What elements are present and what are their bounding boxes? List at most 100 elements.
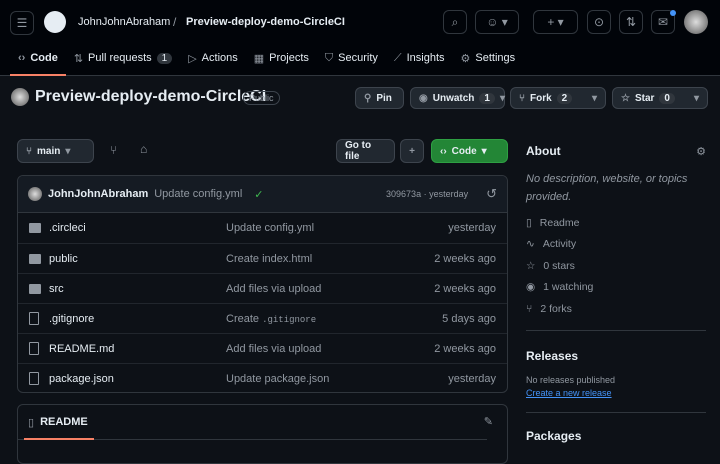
search-icon[interactable]: ⌕ [443, 10, 467, 34]
readme-tab[interactable]: README [40, 416, 88, 428]
file-name[interactable]: src [49, 283, 64, 295]
table-row[interactable]: public Create index.html 2 weeks ago [18, 243, 507, 273]
fork-label: Fork [530, 92, 552, 104]
pulse-icon: ∿ [526, 238, 535, 251]
table-row[interactable]: package.json Update package.json yesterd… [18, 363, 507, 392]
message-text: Add files via upload [226, 342, 322, 355]
eye-icon: ◉ [419, 92, 428, 104]
chevron-down-icon: ▾ [693, 92, 699, 104]
file-name[interactable]: README.md [49, 343, 114, 355]
table-row[interactable]: README.md Add files via upload 2 weeks a… [18, 333, 507, 363]
code-button[interactable]: ‹› Code ▾ [431, 139, 508, 163]
tab-insights[interactable]: ⟋ Insights [386, 46, 453, 70]
file-table: JohnJohnAbraham Update config.yml ✓ 3096… [17, 175, 508, 393]
tab-actions[interactable]: ▷ Actions [180, 46, 246, 70]
commit-date: 2 weeks ago [434, 282, 496, 295]
add-file-button[interactable]: + [400, 139, 424, 163]
pull-requests-icon[interactable]: ⇅ [619, 10, 643, 34]
commit-message[interactable]: Add files via upload [226, 343, 321, 355]
star-icon: ☆ [526, 259, 536, 272]
message-text: Create [226, 312, 260, 325]
readme-header: ▯ README [18, 405, 487, 440]
edit-pencil-icon[interactable]: ✎ [484, 415, 493, 428]
table-row[interactable]: src Add files via upload 2 weeks ago [18, 273, 507, 303]
file-icon [29, 312, 39, 325]
gear-icon: ⚙ [460, 52, 471, 65]
commit-message[interactable]: Add files via upload [226, 283, 321, 295]
create-new-button[interactable]: + ▾ [533, 10, 578, 34]
table-icon: ▦ [253, 52, 265, 65]
history-icon[interactable]: ↺ [486, 186, 497, 202]
create-release-link[interactable]: Create a new release [526, 388, 706, 398]
visibility-badge: Public [243, 91, 280, 105]
folder-icon [29, 253, 41, 264]
commit-message[interactable]: Update config.yml [226, 222, 314, 234]
table-row[interactable]: .circleci Update config.yml yesterday [18, 213, 507, 243]
tag-icon[interactable]: ⌂ [140, 142, 147, 156]
code-icon: ‹› [18, 52, 26, 64]
github-logo-icon[interactable] [44, 11, 66, 33]
tab-code[interactable]: ‹› Code [10, 46, 66, 76]
message-text: Create index.html [226, 252, 313, 265]
avatar[interactable] [684, 10, 708, 34]
tab-settings[interactable]: ⚙ Settings [453, 46, 524, 70]
commit-hash-time[interactable]: 309673a · yesterday [386, 189, 468, 199]
star-button[interactable]: ☆ Star 0 ▾ [612, 87, 708, 109]
file-name[interactable]: package.json [49, 373, 114, 385]
branch-select[interactable]: ⑂ main ▾ [17, 139, 94, 163]
fork-button[interactable]: ⑂ Fork 2 ▾ [510, 87, 606, 109]
packages-title[interactable]: Packages [526, 429, 706, 443]
file-icon [29, 372, 39, 385]
menu-button[interactable]: ☰ [10, 11, 34, 35]
readme-link[interactable]: ▯ Readme [526, 212, 706, 234]
tab-pull-requests[interactable]: ⇅ Pull requests 1 [66, 46, 180, 70]
tab-projects[interactable]: ▦ Projects [246, 46, 317, 70]
owner-link[interactable]: JohnJohnAbraham [78, 16, 170, 28]
branches-icon[interactable]: ⑂ [110, 143, 117, 157]
commit-message[interactable]: Create index.html [226, 253, 312, 265]
releases-title[interactable]: Releases [526, 349, 706, 363]
gear-icon[interactable]: ⚙ [696, 145, 706, 158]
file-name[interactable]: .gitignore [49, 313, 94, 325]
go-to-file-button[interactable]: Go to file [336, 139, 395, 163]
tab-label: Actions [201, 52, 238, 64]
watching-link[interactable]: ◉ 1 watching [526, 277, 706, 299]
repo-link[interactable]: Preview-deploy-demo-CircleCI [186, 16, 345, 28]
unwatch-button[interactable]: ◉ Unwatch 1 ▾ [410, 87, 505, 109]
commit-author[interactable]: JohnJohnAbraham [48, 188, 148, 200]
item-label: Activity [542, 238, 577, 251]
code-icon: ‹› [440, 145, 447, 157]
branch-icon: ⑂ [26, 145, 32, 157]
commit-date: 2 weeks ago [434, 342, 496, 355]
unwatch-label: Unwatch [432, 92, 475, 104]
watch-count: 1 [479, 92, 495, 104]
pin-icon: ⚲ [364, 92, 372, 104]
book-icon: ▯ [526, 216, 532, 229]
about-title: About [526, 144, 561, 158]
repo-title[interactable]: Preview-deploy-demo-CircleCI [35, 88, 266, 106]
copilot-button[interactable]: ☺ ▾ [475, 10, 519, 34]
commit-message[interactable]: Update package.json [226, 373, 329, 385]
tab-label: Insights [406, 52, 445, 64]
folder-icon [29, 223, 41, 233]
chevron-down-icon: ▾ [481, 145, 487, 157]
issues-icon[interactable]: ⊙ [587, 10, 611, 34]
readme-tab-underline [24, 438, 94, 440]
activity-link[interactable]: ∿ Activity [526, 234, 706, 256]
tab-security[interactable]: ⛉ Security [317, 46, 386, 70]
pin-button[interactable]: ⚲ Pin [355, 87, 404, 109]
message-text: Update config.yml [226, 222, 315, 234]
readme-box: ▯ README ✎ [17, 404, 508, 464]
stars-link[interactable]: ☆ 0 stars [526, 255, 706, 277]
commit-message[interactable]: Create .gitignore [226, 313, 316, 325]
file-name[interactable]: public [49, 253, 78, 265]
forks-link[interactable]: ⑂ 2 forks [526, 298, 706, 320]
fork-icon: ⑂ [519, 92, 525, 104]
item-label: Readme [539, 216, 580, 229]
commit-message[interactable]: Update config.yml [154, 188, 242, 200]
table-row[interactable]: .gitignore Create .gitignore 5 days ago [18, 303, 507, 333]
file-name[interactable]: .circleci [49, 222, 86, 234]
folder-icon [29, 283, 41, 294]
message-text: Add files via upload [226, 282, 322, 295]
item-label: 0 stars [543, 259, 575, 272]
